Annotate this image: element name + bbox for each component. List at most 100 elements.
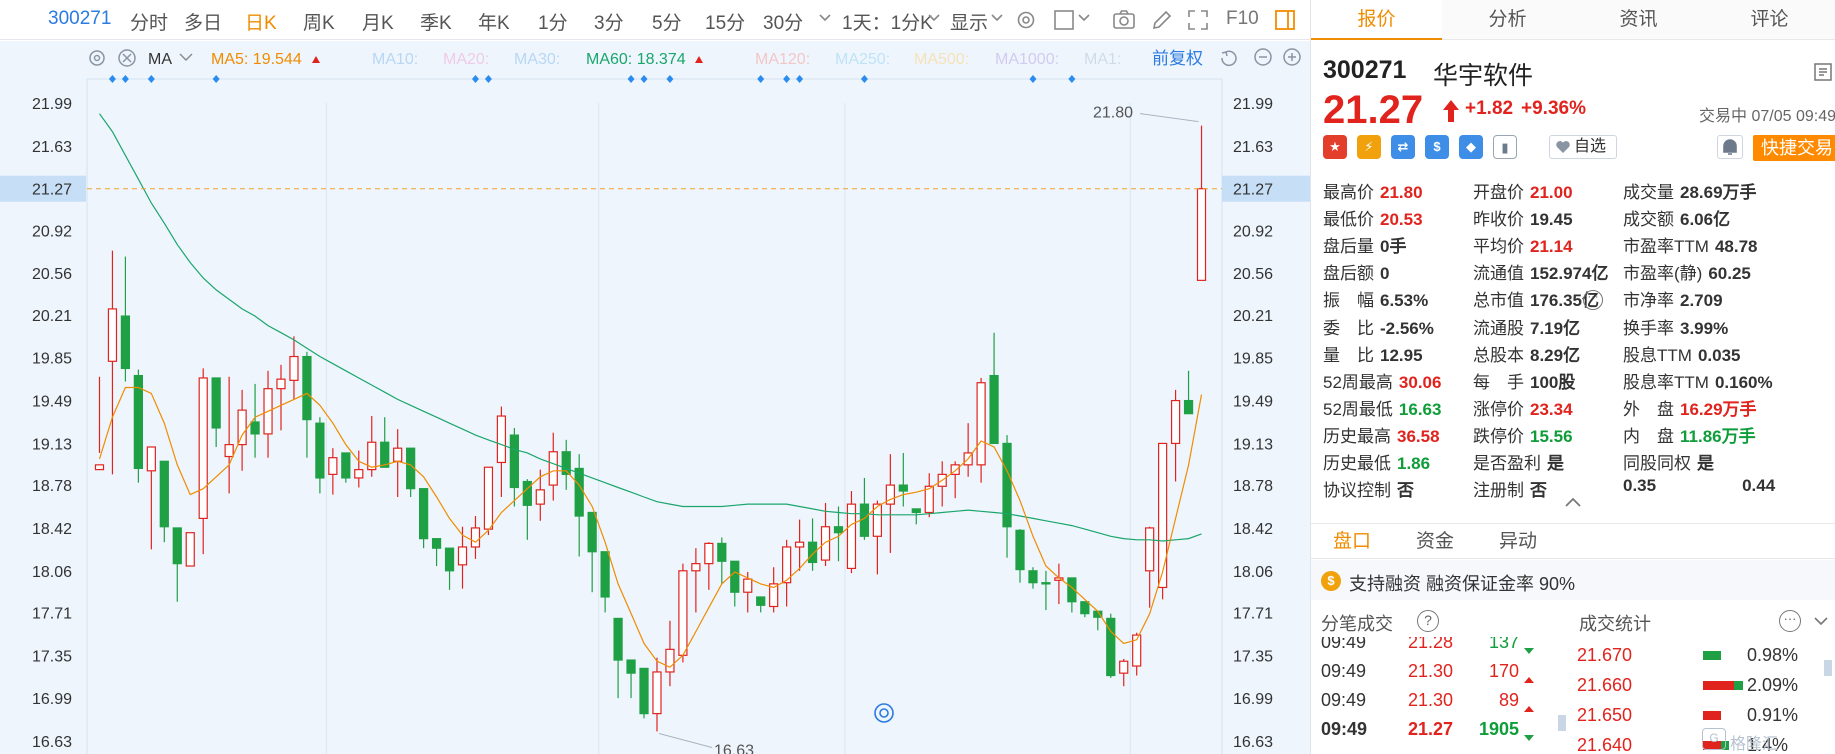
event-marker[interactable] (757, 75, 765, 83)
period-3min[interactable]: 3分 (594, 8, 624, 35)
period-daily-k[interactable]: 日K (245, 8, 277, 35)
candle-body (743, 578, 753, 593)
bell-icon[interactable] (1717, 135, 1743, 159)
quote-field-label: 跌停价 (1473, 426, 1524, 446)
period-more-chevron-icon[interactable] (818, 10, 832, 24)
tick-trades-list[interactable]: 09:49 21.28 137 09:49 21.30 170 09:49 21.30 89 09… (1311, 637, 1561, 754)
event-marker[interactable] (1029, 75, 1037, 83)
interval-select[interactable]: 1天：1分K (842, 8, 933, 35)
layout-chevron-icon[interactable] (1077, 10, 1091, 24)
quote-field-value: 16.29万手 (1680, 399, 1757, 419)
sidebar-toggle-icon[interactable] (1273, 8, 1297, 32)
tab-news[interactable]: 资讯 (1573, 0, 1704, 40)
candle-body (1080, 601, 1090, 615)
display-menu[interactable]: 显示 (950, 8, 988, 35)
event-marker[interactable] (147, 75, 155, 83)
fullscreen-icon[interactable] (1186, 8, 1210, 32)
help-icon[interactable]: ? (1417, 610, 1439, 632)
tab-quote[interactable]: 报价 (1311, 0, 1442, 40)
event-marker[interactable] (666, 75, 674, 83)
candle-down (302, 351, 312, 458)
collapse-chevron-icon[interactable] (1563, 495, 1583, 509)
dollar-icon[interactable]: $ (1425, 135, 1449, 159)
candle-body (691, 563, 701, 572)
f10-button[interactable]: F10 (1226, 8, 1259, 30)
market-cap-more-icon[interactable]: ··· (1583, 290, 1603, 310)
candle-body (496, 415, 507, 464)
gear-icon[interactable] (1014, 8, 1038, 32)
pen-icon[interactable] (1150, 8, 1174, 32)
display-chevron-icon[interactable] (990, 10, 1004, 24)
ma-legend-prefix[interactable]: MA (148, 51, 172, 68)
quote-field-label: 历史最低 (1323, 454, 1391, 473)
china-flag-icon[interactable]: ★ (1323, 135, 1347, 159)
undo-icon[interactable] (1221, 50, 1237, 67)
quote-field-value: 0.44 (1742, 476, 1776, 496)
event-marker[interactable] (484, 75, 492, 83)
price-change: +1.82 (1465, 98, 1514, 119)
event-marker[interactable] (121, 75, 129, 83)
camera-icon[interactable] (1112, 8, 1136, 32)
event-marker[interactable] (108, 75, 116, 83)
adjust-forward-button[interactable]: 前复权 (1152, 49, 1203, 68)
zoom-in-icon[interactable] (1283, 48, 1301, 66)
y-tick-label-right: 17.35 (1233, 648, 1273, 665)
close-icon[interactable] (118, 49, 136, 67)
watermark-logo: G (1702, 728, 1726, 750)
kline-chart-area[interactable]: MA MA5: 19.544 MA10: MA20: MA30: MA60: 1… (0, 41, 1310, 754)
period-weekly-k[interactable]: 周K (303, 8, 335, 35)
y-tick-label-left: 18.42 (32, 521, 72, 538)
period-multi-day[interactable]: 多日 (184, 8, 222, 35)
period-5min[interactable]: 5分 (652, 8, 682, 35)
candle-up (1196, 125, 1207, 281)
bookmark-icon[interactable]: ▮ (1493, 135, 1517, 159)
chevron-down-icon[interactable] (1813, 614, 1829, 626)
event-marker[interactable] (860, 75, 868, 83)
candle-up (782, 539, 792, 607)
event-marker[interactable] (796, 75, 804, 83)
event-marker[interactable] (471, 75, 479, 83)
period-monthly-k[interactable]: 月K (362, 8, 394, 35)
lightning-icon[interactable]: ⚡ (1357, 135, 1381, 159)
event-marker[interactable] (1068, 75, 1076, 83)
tab-analysis[interactable]: 分析 (1442, 0, 1573, 40)
stats-list-scrollbar[interactable] (1824, 660, 1832, 676)
interval-chevron-icon[interactable] (927, 10, 941, 24)
zoom-out-icon[interactable] (1254, 48, 1272, 66)
at-icon[interactable] (874, 703, 894, 723)
event-marker[interactable] (640, 75, 648, 83)
watermark-text: 格隆汇 (1730, 736, 1779, 753)
shuffle-icon[interactable]: ⇄ (1391, 135, 1415, 159)
tab-unusual-moves[interactable]: 异动 (1499, 524, 1537, 560)
tick-list-scrollbar[interactable] (1558, 715, 1566, 731)
period-15min[interactable]: 15分 (705, 8, 745, 35)
kline-chart[interactable]: MA MA5: 19.544 MA10: MA20: MA30: MA60: 1… (0, 41, 1310, 754)
tab-capital-flow[interactable]: 资金 (1416, 524, 1454, 560)
ma1000-label: MA1000: (995, 51, 1059, 68)
candle-body (328, 457, 338, 475)
tab-comments[interactable]: 评论 (1704, 0, 1835, 40)
tick-price: 21.30 (1407, 661, 1453, 681)
candle-down (587, 511, 597, 593)
event-marker[interactable] (627, 75, 635, 83)
candle-body (211, 377, 221, 429)
period-30min[interactable]: 30分 (763, 8, 803, 35)
tag-icon[interactable]: ◆ (1459, 135, 1483, 159)
period-intraday[interactable]: 分时 (130, 8, 168, 35)
period-quarterly-k[interactable]: 季K (420, 8, 452, 35)
square-layout-icon[interactable] (1052, 8, 1076, 32)
add-favorite-button[interactable]: 自选 (1549, 135, 1617, 159)
tab-order-book[interactable]: 盘口 (1333, 524, 1371, 560)
document-icon[interactable] (1813, 62, 1833, 82)
candle-up (107, 250, 118, 475)
tick-volume: 1905 (1478, 719, 1519, 739)
period-yearly-k[interactable]: 年K (478, 8, 510, 35)
gear-icon[interactable] (89, 50, 105, 66)
toolbar-stock-code[interactable]: 300271 (48, 8, 111, 30)
quick-trade-button[interactable]: 快捷交易 (1753, 135, 1835, 161)
event-marker[interactable] (212, 75, 220, 83)
more-options-icon[interactable]: ··· (1779, 610, 1801, 632)
ma-chevron-icon[interactable] (179, 53, 193, 61)
period-1min[interactable]: 1分 (538, 8, 568, 35)
event-marker[interactable] (783, 75, 791, 83)
